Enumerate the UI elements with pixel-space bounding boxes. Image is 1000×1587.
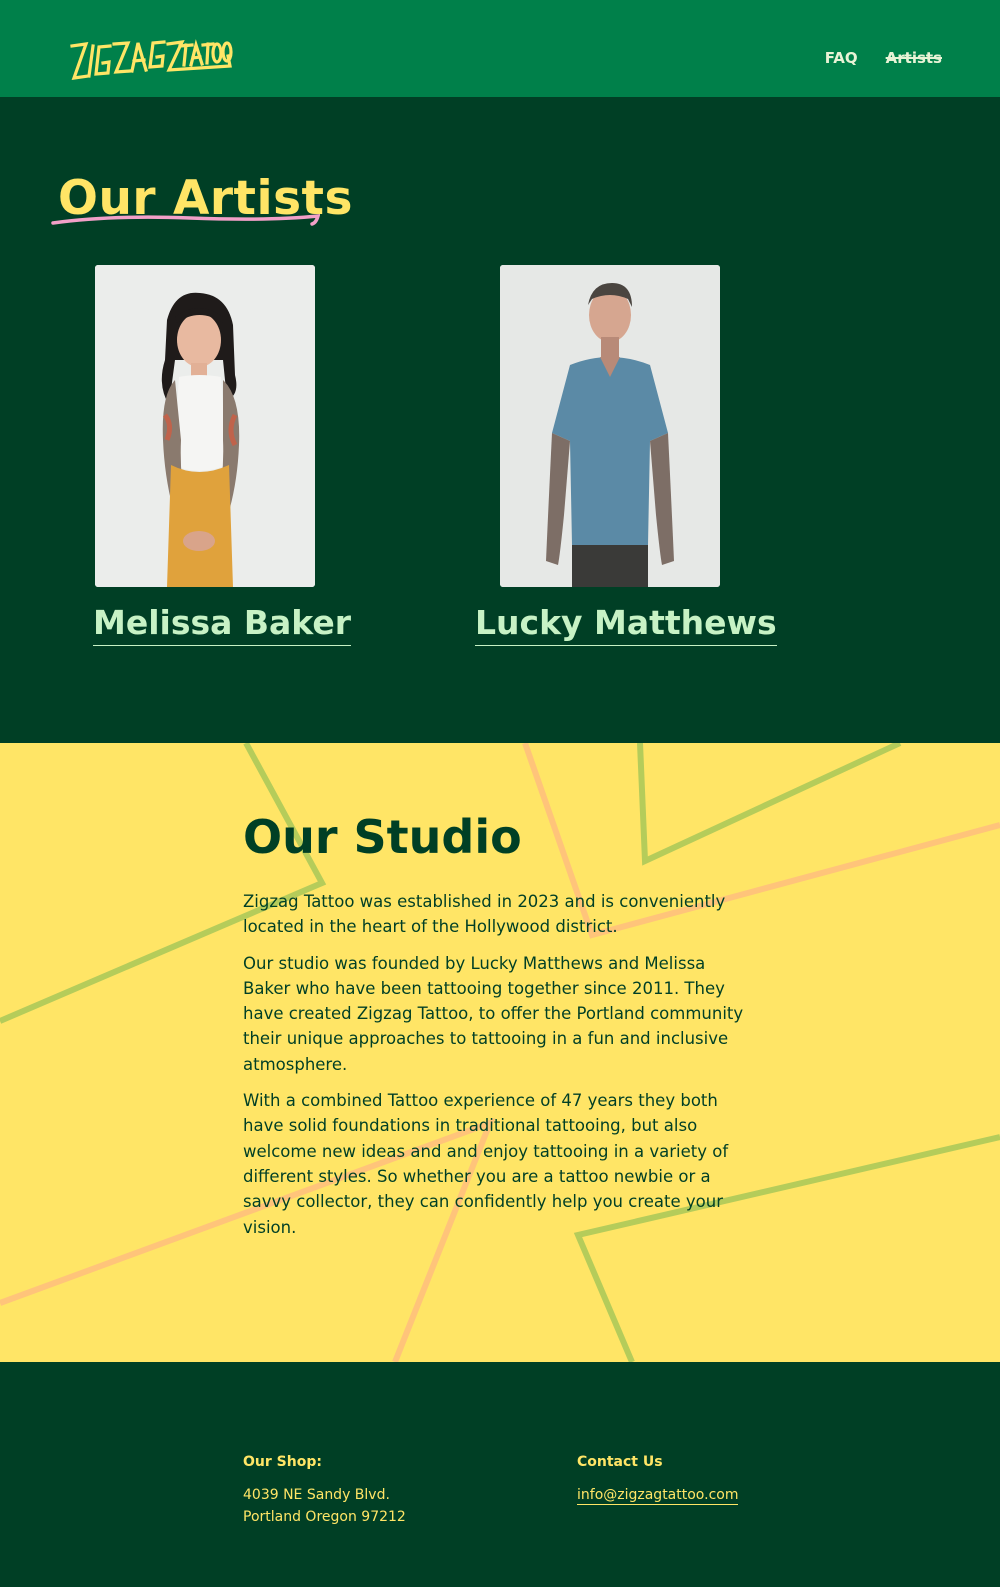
portrait-image-icon — [95, 265, 315, 587]
address-line-1: 4039 NE Sandy Blvd. — [243, 1487, 390, 1503]
artist-photo-melissa-baker[interactable] — [95, 265, 315, 587]
artist-photo-lucky-matthews[interactable] — [500, 265, 720, 587]
site-footer: Our Shop: 4039 NE Sandy Blvd. Portland O… — [0, 1362, 1000, 1587]
email-link[interactable]: info@zigzagtattoo.com — [577, 1487, 739, 1505]
portrait-image-icon — [500, 265, 720, 587]
studio-heading: Our Studio — [243, 810, 522, 864]
nav-link-faq[interactable]: FAQ — [825, 49, 858, 67]
artist-name-lucky-matthews[interactable]: Lucky Matthews — [475, 603, 777, 646]
artist-name-melissa-baker[interactable]: Melissa Baker — [93, 603, 352, 646]
contact-info: Contact Us info@zigzagtattoo.com — [577, 1454, 739, 1505]
studio-paragraph: With a combined Tattoo experience of 47 … — [243, 1091, 729, 1237]
logo-wordmark-icon — [70, 39, 233, 80]
main-nav: FAQ Artists — [825, 49, 942, 67]
studio-paragraph: Zigzag Tattoo was established in 2023 an… — [243, 892, 726, 937]
zigzag-tattoo-logo[interactable] — [68, 34, 234, 82]
studio-section: Our Studio Zigzag Tattoo was established… — [0, 743, 1000, 1362]
studio-paragraph: Our studio was founded by Lucky Matthews… — [243, 953, 744, 1074]
pink-underline-decoration — [51, 214, 320, 226]
contact-heading: Contact Us — [577, 1454, 663, 1470]
shop-info: Our Shop: 4039 NE Sandy Blvd. Portland O… — [243, 1454, 406, 1528]
artists-section: Our Artists Melissa Baker Lucky Matthews — [0, 97, 1000, 743]
nav-link-artists[interactable]: Artists — [886, 49, 942, 67]
shop-heading: Our Shop: — [243, 1454, 322, 1470]
address-line-2: Portland Oregon 97212 — [243, 1509, 406, 1525]
site-header: FAQ Artists — [0, 0, 1000, 97]
studio-content: Our Studio Zigzag Tattoo was established… — [243, 807, 753, 1251]
